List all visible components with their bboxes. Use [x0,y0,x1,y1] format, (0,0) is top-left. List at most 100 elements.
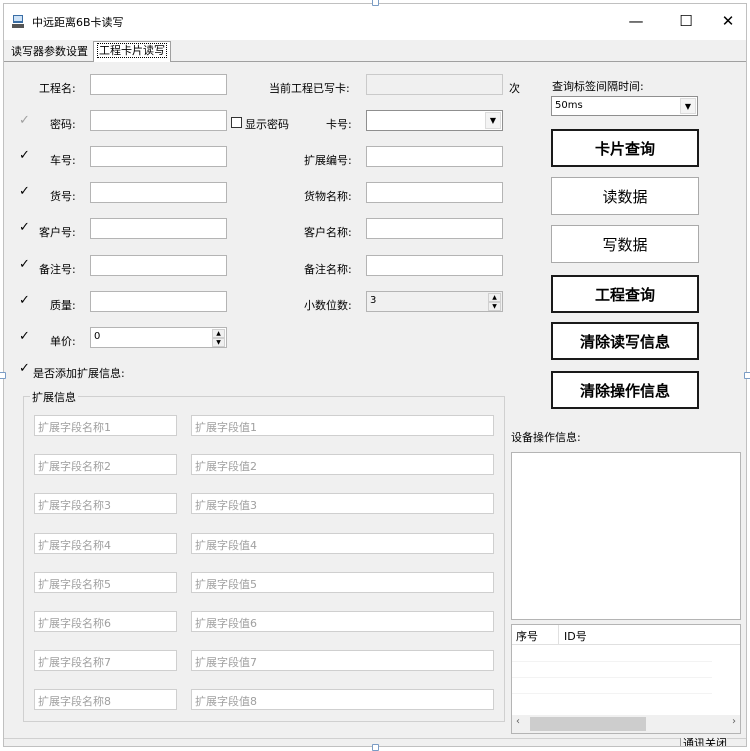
tab-reader-settings[interactable]: 读写器参数设置 [8,43,91,63]
goods-name-input[interactable] [366,182,503,203]
read-data-button[interactable]: 读数据 [551,177,699,215]
clear-ops-info-button[interactable]: 清除操作信息 [551,371,699,409]
ext-field-value-input[interactable]: 扩展字段值4 [191,532,494,554]
spin-down-icon[interactable]: ▼ [488,302,501,311]
written-cards-unit: 次 [509,82,520,95]
show-password-checkbox[interactable] [231,117,242,128]
id-listview[interactable]: 序号 ID号 ‹ › [511,624,741,734]
ext-field-name-input[interactable]: 扩展字段名称7 [34,650,177,672]
resize-handle[interactable] [372,0,379,6]
column-header-seq[interactable]: 序号 [516,628,538,644]
query-interval-select[interactable]: 50ms ▼ [551,96,698,116]
ext-field-value-input[interactable]: 扩展字段值2 [191,454,494,476]
resize-handle[interactable] [744,372,750,379]
scroll-thumb[interactable] [530,717,646,731]
device-info-label: 设备操作信息: [511,431,581,444]
written-cards-field [366,74,503,95]
ext-field-value-input[interactable]: 扩展字段值8 [191,689,494,711]
remark-name-label: 备注名称: [304,263,352,276]
customer-no-input[interactable] [90,218,227,239]
decimals-spinner[interactable]: 3 ▲ ▼ [366,291,503,312]
ext-field-value-input[interactable]: 扩展字段值1 [191,415,494,436]
ext-field-value-input[interactable]: 扩展字段值6 [191,611,494,632]
unit-price-value: 0 [94,331,101,342]
remark-name-input[interactable] [366,255,503,276]
resize-handle[interactable] [0,372,6,379]
ext-info-legend: 扩展信息 [30,389,78,405]
decimals-value: 3 [370,295,377,306]
write-data-button[interactable]: 写数据 [551,225,699,263]
spin-up-icon[interactable]: ▲ [212,329,225,338]
minimize-button[interactable]: — [614,4,658,38]
ext-field-name-input[interactable]: 扩展字段名称6 [34,611,177,632]
customer-name-input[interactable] [366,218,503,239]
unit-price-label: 单价: [50,335,76,348]
project-name-input[interactable] [90,74,227,95]
customer-name-label: 客户名称: [304,226,352,239]
add-ext-label: 是否添加扩展信息: [33,367,125,380]
ext-field-name-input[interactable]: 扩展字段名称2 [34,454,177,476]
password-check[interactable]: ✓ [19,114,30,127]
maximize-button[interactable]: ☐ [664,4,708,38]
query-interval-value: 50ms [555,100,583,111]
ext-no-label: 扩展编号: [304,154,352,167]
project-query-button[interactable]: 工程查询 [551,275,699,313]
quality-input[interactable] [90,291,227,312]
remark-no-label: 备注号: [39,263,76,276]
ext-no-input[interactable] [366,146,503,167]
car-no-input[interactable] [90,146,227,167]
close-button[interactable]: ✕ [706,4,746,38]
scroll-left-icon[interactable]: ‹ [516,716,520,727]
tab-project-card-label: 工程卡片读写 [97,43,167,58]
card-no-select[interactable]: ▼ [366,110,503,131]
ext-field-value-input[interactable]: 扩展字段值5 [191,571,494,593]
listview-header: 序号 ID号 [512,625,740,645]
project-name-label: 工程名: [39,82,76,95]
ext-field-name-input[interactable]: 扩展字段名称5 [34,571,177,593]
ext-field-value-input[interactable]: 扩展字段值7 [191,650,494,672]
tab-project-card[interactable]: 工程卡片读写 [93,41,171,62]
add-ext-check[interactable]: ✓ [19,362,30,375]
list-gridline [512,661,712,662]
remark-no-input[interactable] [90,255,227,276]
spin-up-icon[interactable]: ▲ [488,293,501,302]
chevron-down-icon[interactable]: ▼ [680,98,696,114]
card-no-label: 卡号: [326,118,352,131]
remark-no-check[interactable]: ✓ [19,258,30,271]
spin-down-icon[interactable]: ▼ [212,338,225,347]
tab-reader-settings-label: 读写器参数设置 [11,45,88,58]
show-password-label: 显示密码 [245,118,289,131]
written-cards-label: 当前工程已写卡: [269,82,350,95]
unit-price-check[interactable]: ✓ [19,330,30,343]
goods-name-label: 货物名称: [304,190,352,203]
unit-price-spinner[interactable]: 0 ▲ ▼ [90,327,227,348]
car-no-label: 车号: [50,154,76,167]
app-icon [12,15,24,28]
window-title: 中远距离6B卡读写 [32,16,124,29]
car-no-check[interactable]: ✓ [19,149,30,162]
device-info-textbox[interactable] [511,452,741,620]
ext-field-value-input[interactable]: 扩展字段值3 [191,493,494,515]
goods-no-check[interactable]: ✓ [19,185,30,198]
column-header-id[interactable]: ID号 [564,628,587,644]
goods-no-input[interactable] [90,182,227,203]
clear-rw-info-button[interactable]: 清除读写信息 [551,322,699,360]
horizontal-scrollbar[interactable]: ‹ › [512,715,740,733]
goods-no-label: 货号: [50,190,76,203]
ext-field-name-input[interactable]: 扩展字段名称1 [34,415,177,436]
scroll-right-icon[interactable]: › [732,716,736,727]
list-gridline [512,693,712,694]
quality-check[interactable]: ✓ [19,294,30,307]
ext-field-name-input[interactable]: 扩展字段名称8 [34,689,177,711]
card-query-button[interactable]: 卡片查询 [551,129,699,167]
ext-field-name-input[interactable]: 扩展字段名称4 [34,532,177,554]
password-input[interactable] [90,110,227,131]
app-window: 中远距离6B卡读写 — ☐ ✕ 读写器参数设置 工程卡片读写 工程名: ✓ 密码… [3,3,747,747]
customer-no-check[interactable]: ✓ [19,221,30,234]
tab-strip: 读写器参数设置 工程卡片读写 [4,40,746,62]
ext-field-name-input[interactable]: 扩展字段名称3 [34,493,177,515]
decimals-label: 小数位数: [304,299,352,312]
chevron-down-icon[interactable]: ▼ [485,112,501,129]
ext-info-group: 扩展信息 [23,389,505,722]
column-divider[interactable] [558,625,559,645]
